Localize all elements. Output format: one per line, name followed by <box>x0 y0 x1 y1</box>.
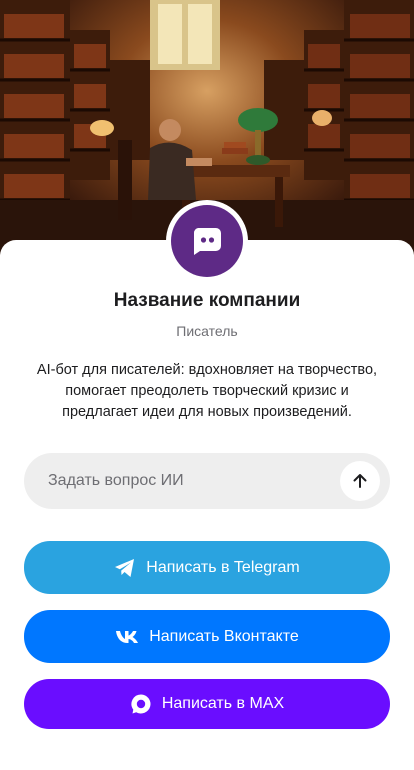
max-button-label: Написать в MAX <box>161 695 285 712</box>
company-name: Название компании <box>113 290 301 311</box>
company-description: AI-бот для писателей: вдохновляет на тво… <box>24 360 390 423</box>
telegram-icon <box>115 558 135 577</box>
arrow-up-icon <box>353 474 367 488</box>
vk-button-label: Написать Вконтакте <box>149 627 299 645</box>
description-line: предлагает идеи для новых произведений. <box>62 404 352 420</box>
chat-bot-icon <box>193 228 221 255</box>
description-line: помогает преодолеть творческий кризис и <box>65 383 349 399</box>
max-button[interactable]: Написать в MAX <box>24 679 390 729</box>
max-icon <box>131 694 151 714</box>
vk-icon <box>116 630 139 643</box>
description-line: AI-бот для писателей: вдохновляет на тво… <box>36 362 378 378</box>
ask-ai-input[interactable] <box>48 472 340 490</box>
telegram-button-label: Написать в Telegram <box>146 558 300 576</box>
vk-button[interactable]: Написать Вконтакте <box>24 610 390 663</box>
company-role: Писатель <box>176 323 238 339</box>
send-button[interactable] <box>340 461 380 501</box>
avatar <box>166 200 248 282</box>
ask-ai-bar <box>24 453 390 509</box>
avatar-badge <box>171 205 243 277</box>
telegram-button[interactable]: Написать в Telegram <box>24 541 390 594</box>
